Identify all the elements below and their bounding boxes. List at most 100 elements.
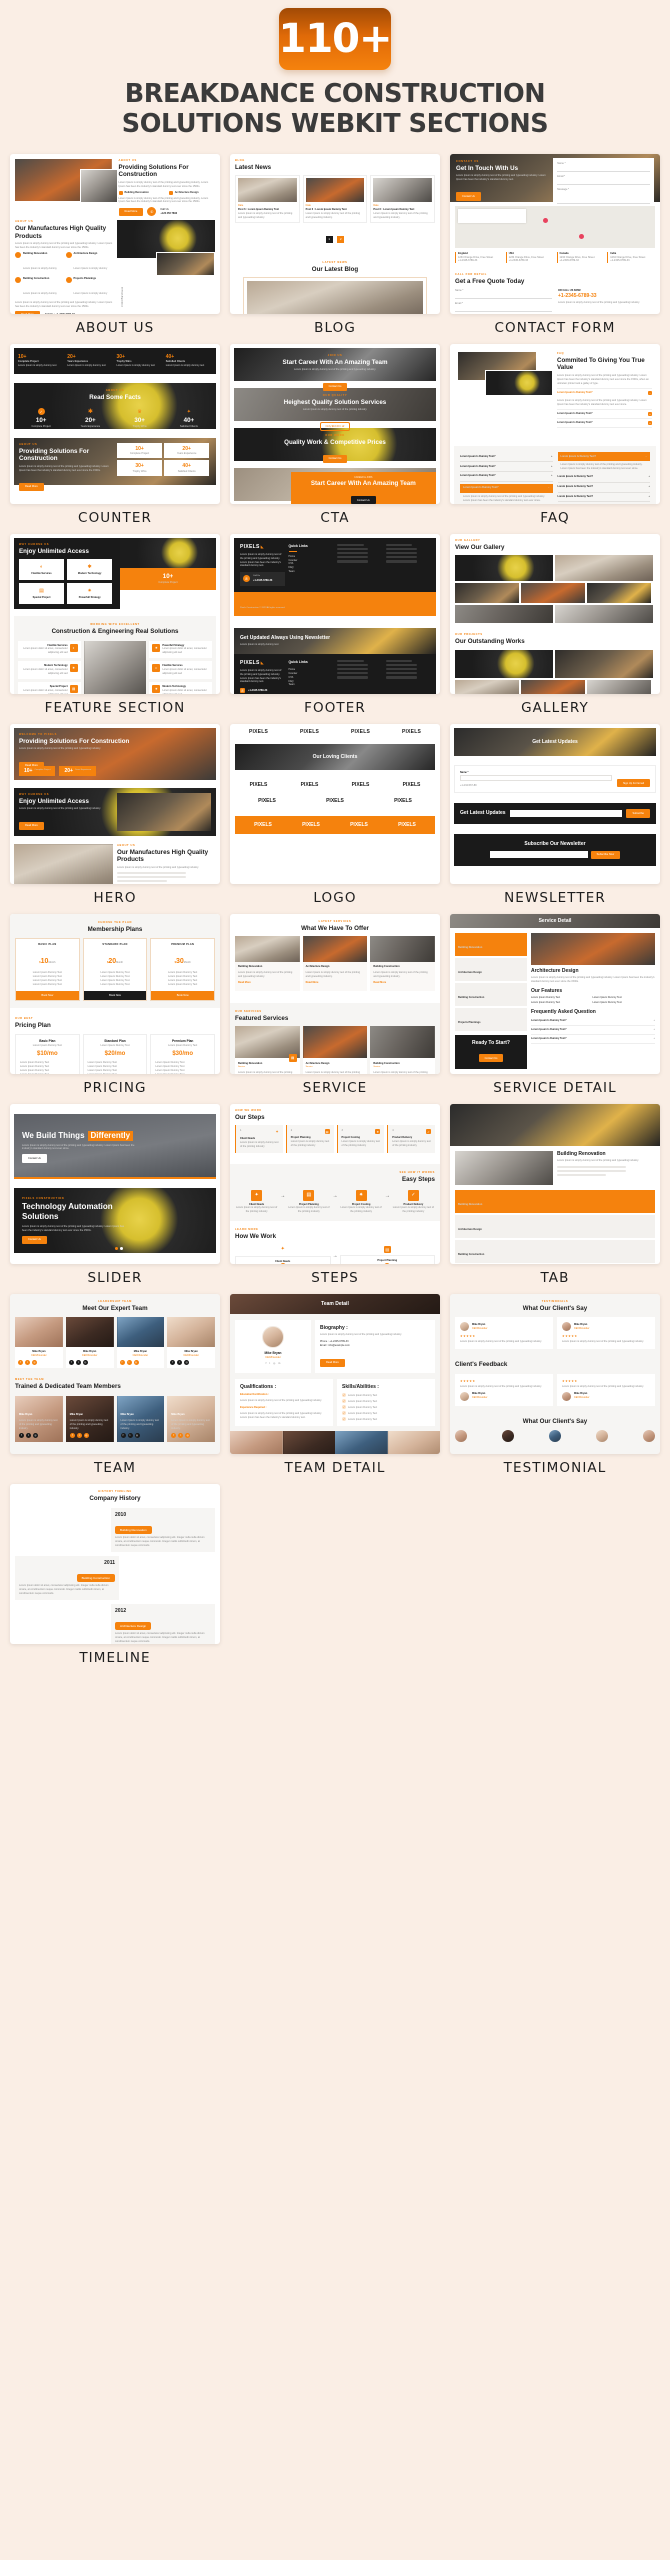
newsletter-subscribe-button[interactable]: Subscribe: [626, 809, 650, 818]
faq-item[interactable]: Lorem Ipsum Is Dummy Text? +: [557, 493, 650, 503]
linkedin-icon[interactable]: in: [278, 1362, 280, 1365]
footer-link[interactable]: Team: [289, 570, 334, 574]
instagram-icon[interactable]: ◎: [33, 1432, 38, 1438]
preview-card-about-us[interactable]: ABOUT US Providing Solutions For Constru…: [10, 153, 220, 314]
faq-item[interactable]: Lorem Ipsum Is Dummy Text? +: [557, 418, 652, 429]
client-logo[interactable]: PIXELS: [300, 729, 319, 735]
slider-dot-active[interactable]: [115, 1247, 118, 1251]
faq-item[interactable]: Lorem Ipsum Is Dummy Text? +: [531, 1035, 655, 1045]
gallery-image[interactable]: [521, 679, 585, 694]
slide-button[interactable]: Contact Us: [22, 1235, 47, 1244]
feature-tile[interactable]: ✷ Powerfull Strategy: [67, 583, 113, 604]
service-card[interactable]: ▤ Building Renovation Service Lorem Ipsu…: [235, 1026, 300, 1074]
pricing-plan-card[interactable]: Standard Plan Lorem Ipsum Dummy Text $20…: [82, 1034, 148, 1074]
cta-button[interactable]: Contact Us: [350, 496, 376, 504]
slider-dot[interactable]: [120, 1247, 123, 1251]
facebook-icon[interactable]: f: [171, 1432, 177, 1438]
feature-card[interactable]: Special Project Lorem ipsum dolor sit ame…: [18, 681, 81, 694]
team-member-card[interactable]: Mike Bryan Lorem Ipsum is simply dummy t…: [15, 1395, 63, 1442]
plan-book-button[interactable]: Book Now: [16, 990, 79, 1000]
twitter-icon[interactable]: t: [127, 1432, 133, 1438]
avatar[interactable]: [549, 1430, 561, 1443]
cta-button[interactable]: Contact Us: [478, 1054, 504, 1063]
instagram-icon[interactable]: ◎: [184, 1359, 190, 1365]
instagram-icon[interactable]: ◎: [83, 1432, 89, 1438]
client-logo[interactable]: PIXELS: [254, 822, 272, 828]
twitter-icon[interactable]: t: [26, 1432, 31, 1438]
instagram-icon[interactable]: ◎: [32, 1359, 37, 1365]
client-logo[interactable]: PIXELS: [326, 798, 344, 804]
preview-card-newsletter[interactable]: Get Latest Updates Name * +1-234-567-89 …: [450, 723, 660, 884]
sidebar-item[interactable]: Architecture Design: [455, 957, 527, 981]
twitter-icon[interactable]: t: [269, 1362, 270, 1365]
faq-item[interactable]: Lorem Ipsum Is Dummy Text? +: [557, 473, 650, 483]
preview-card-blog[interactable]: BLOG Latest News Date Post 6 : Lorem Ips…: [230, 153, 440, 314]
plus-icon[interactable]: +: [648, 421, 652, 426]
preview-card-footer[interactable]: PIXELS ◣ Lorem Ipsum is simply dummy tex…: [230, 533, 440, 694]
instagram-icon[interactable]: ◎: [133, 1359, 139, 1365]
plan-book-button[interactable]: Book Now: [151, 990, 215, 1000]
faq-item[interactable]: Lorem Ipsum Is Dummy Text? +: [557, 409, 652, 418]
quote-name-field[interactable]: [455, 293, 552, 299]
message-field[interactable]: [557, 192, 650, 205]
avatar[interactable]: [502, 1430, 514, 1443]
facebook-icon[interactable]: f: [119, 1359, 125, 1365]
instagram-icon[interactable]: ◎: [185, 1432, 191, 1438]
gallery-image[interactable]: [521, 583, 585, 604]
counter-read-more-button[interactable]: Read More: [19, 482, 44, 491]
slide-button[interactable]: Contact Us: [22, 1154, 47, 1163]
email-field[interactable]: [557, 179, 650, 185]
service-card[interactable]: Architecture Design Lorem Ipsum is simpl…: [302, 936, 368, 991]
avatar[interactable]: [596, 1430, 608, 1443]
preview-card-logo[interactable]: PIXELS PIXELS PIXELS PIXELS Our Loving C…: [230, 723, 440, 884]
client-logo[interactable]: PIXELS: [403, 782, 421, 788]
plan-book-button[interactable]: Book Now: [83, 990, 147, 1000]
client-logo[interactable]: PIXELS: [258, 798, 276, 804]
cta-button[interactable]: Contact Us: [322, 382, 348, 391]
facebook-icon[interactable]: f: [170, 1359, 176, 1365]
avatar[interactable]: [455, 1430, 467, 1443]
plus-icon[interactable]: +: [649, 475, 650, 479]
faq-item[interactable]: Lorem Ipsum Is Dummy Text? +: [531, 1017, 655, 1027]
footer-logo[interactable]: PIXELS ◣: [240, 660, 285, 666]
pricing-plan-card[interactable]: Premium Plan Lorem Ipsum Dummy Text $30/…: [150, 1034, 216, 1074]
preview-card-slider[interactable]: We Build Things Differently Lorem Ipsum …: [10, 1103, 220, 1264]
pricing-plan-card[interactable]: STANDARD PLAN $20Month Lorem Ipsum Dummy…: [82, 938, 148, 1001]
preview-card-service-detail[interactable]: Service Detail Building Renovation Archi…: [450, 913, 660, 1074]
client-logo[interactable]: PIXELS: [302, 822, 320, 828]
cta-price-badge[interactable]: Only $10.00 / Hr: [319, 422, 351, 432]
team-member-card[interactable]: Mike Bryan Lorem Ipsum is simply dummy t…: [65, 1395, 114, 1442]
plus-icon[interactable]: +: [551, 474, 552, 478]
instagram-icon[interactable]: ◎: [273, 1362, 275, 1365]
gallery-image[interactable]: [555, 649, 653, 678]
twitter-icon[interactable]: t: [177, 1359, 183, 1365]
about-read-more-button[interactable]: Read More: [118, 207, 144, 216]
preview-card-service[interactable]: LATEST SERVICES What We Have To Offer Bu…: [230, 913, 440, 1074]
tab-item-active[interactable]: Building Renovation: [455, 1189, 655, 1213]
preview-card-team[interactable]: LEADERSHIP TEAM Meet Our Expert Team Mik…: [10, 1293, 220, 1454]
preview-card-cta[interactable]: JOIN US Start Career With An Amazing Tea…: [230, 343, 440, 504]
service-link[interactable]: Read More: [238, 981, 297, 985]
cta-button[interactable]: Contact Us: [322, 454, 348, 463]
feature-tile[interactable]: ◐ Flexible Services: [19, 559, 65, 581]
faq-item[interactable]: Lorem Ipsum Is Dummy Text? +: [460, 452, 553, 463]
faq-item-active[interactable]: Lorem Ipsum Is Dummy Text? −: [460, 483, 553, 493]
plus-icon[interactable]: +: [649, 495, 650, 499]
preview-card-contact-form[interactable]: CONTACT US Get In Touch With Us Lorem Ip…: [450, 153, 660, 314]
name-field[interactable]: [557, 166, 650, 172]
newsletter-email-input[interactable]: [509, 810, 623, 817]
faq-item[interactable]: Lorem Ipsum Is Dummy Text? +: [460, 472, 553, 482]
blog-pagination[interactable]: 1 2: [235, 227, 435, 245]
facebook-icon[interactable]: f: [68, 1359, 74, 1365]
feature-card[interactable]: Flexible Services Lorem ipsum dolor sit a…: [18, 640, 81, 659]
twitter-icon[interactable]: t: [126, 1359, 132, 1365]
gallery-image[interactable]: [455, 555, 553, 582]
preview-card-pricing[interactable]: CHOOSE THE PLAN Membership Plans BASIC P…: [10, 913, 220, 1074]
instagram-icon[interactable]: ◎: [134, 1432, 140, 1438]
client-logo[interactable]: PIXELS: [351, 729, 370, 735]
pricing-plan-card[interactable]: PREMIUM PLAN $30Month Lorem Ipsum Dummy …: [150, 938, 216, 1001]
preview-card-counter[interactable]: 10+ Complete Project Lorem Ipsum is simp…: [10, 343, 220, 504]
blog-featured-card[interactable]: Post 5 : Lorem Ipsum Dummy Text January …: [243, 277, 427, 314]
tab-item[interactable]: Building Construction: [455, 1239, 655, 1263]
feature-tile[interactable]: ▤ Special Project: [19, 583, 65, 604]
